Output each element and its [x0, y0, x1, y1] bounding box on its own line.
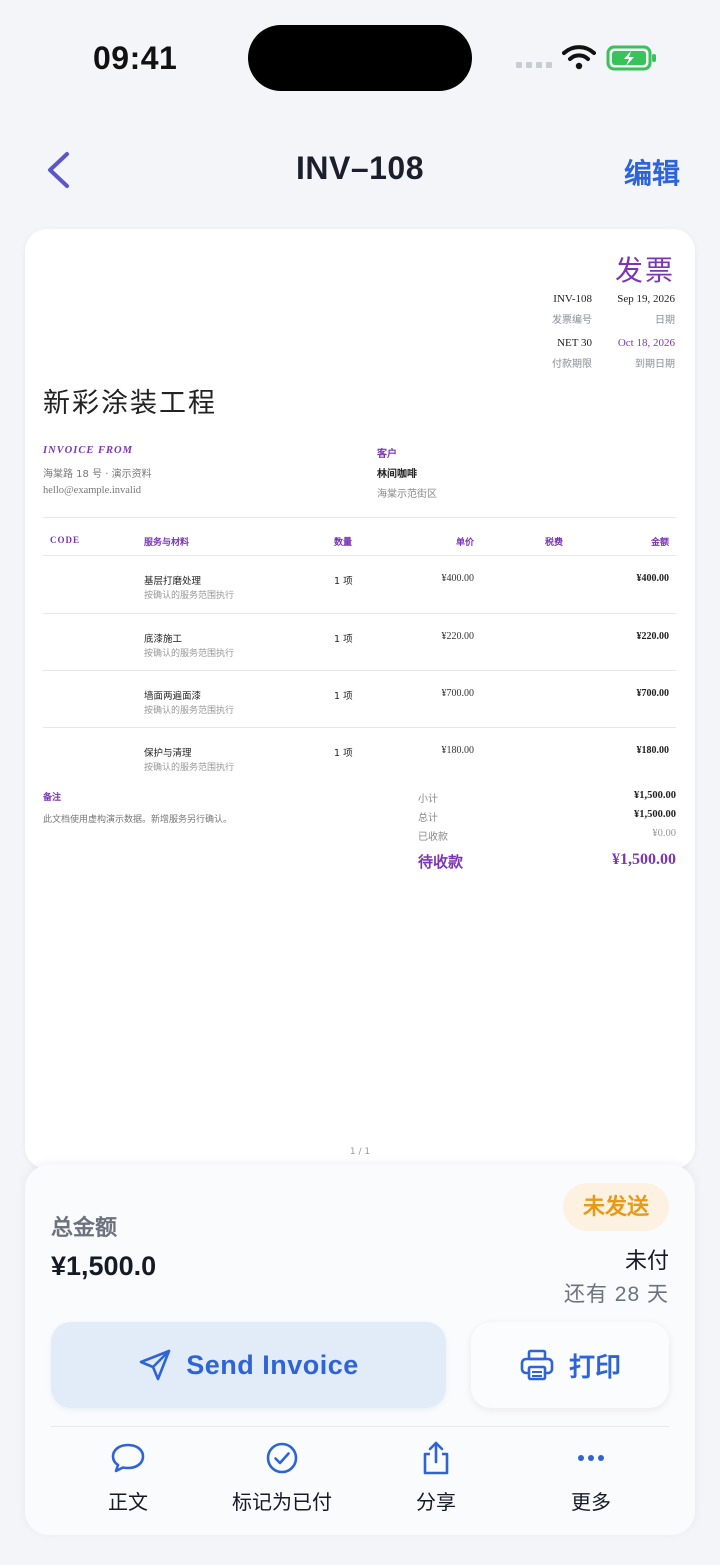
table-row: 保护与清理 按确认的服务范围执行 1 项 ¥180.00 ¥180.00 [144, 745, 669, 773]
col-tax: 税费 [544, 538, 563, 548]
dynamic-island [248, 25, 472, 91]
col-amount: 金额 [650, 538, 669, 548]
invoice-date: Sep 19, 2026 日期 [617, 293, 675, 326]
tab-share[interactable]: 分享 [371, 1440, 501, 1515]
sender-address: 海棠路 18 号 · 演示资料 [43, 469, 152, 480]
printer-icon [520, 1349, 554, 1381]
invoice-doc-title: 发票 [614, 254, 675, 287]
battery-charging-icon [606, 45, 656, 71]
total-amount-value: ¥1,500.0 [51, 1251, 157, 1281]
print-label: 打印 [568, 1351, 621, 1382]
divider [51, 1426, 669, 1427]
summary-panel: 总金额 ¥1,500.0 未发送 未付 还有 28 天 Send Invoice… [25, 1165, 695, 1535]
send-invoice-label: Send Invoice [186, 1349, 359, 1380]
check-circle-icon [266, 1442, 298, 1474]
total-amount-label: 总金额 [51, 1215, 118, 1240]
invoice-preview[interactable]: 发票 INV-108 发票编号 Sep 19, 2026 日期 NET 30 付… [25, 229, 695, 1169]
col-desc: 服务与材料 [144, 538, 190, 548]
table-row: 底漆施工 按确认的服务范围执行 1 项 ¥220.00 ¥220.00 [144, 631, 669, 659]
edit-button[interactable]: 编辑 [624, 152, 680, 192]
action-tab-bar: 正文 标记为已付 分享 更多 [51, 1440, 669, 1520]
ellipsis-icon [578, 1455, 604, 1461]
tab-more[interactable]: 更多 [526, 1440, 656, 1515]
page-number: 1 / 1 [349, 1147, 371, 1157]
sender-email: hello@example.invalid [43, 485, 142, 496]
tab-body-text[interactable]: 正文 [63, 1440, 193, 1515]
col-code: CODE [50, 535, 81, 545]
project-title: 新彩涂装工程 [43, 388, 217, 419]
share-icon [423, 1441, 449, 1475]
signal-dots-icon [516, 62, 552, 68]
status-bar: 09:41 [0, 0, 720, 120]
client-address: 海棠示范街区 [377, 489, 437, 500]
invoice-number: INV-108 发票编号 [552, 293, 592, 326]
col-qty: 数量 [334, 538, 353, 548]
divider [43, 517, 676, 518]
notes-text: 此文档使用虚构演示数据。新增服务另行确认。 [43, 815, 233, 825]
notes-heading: 备注 [43, 793, 62, 803]
client-heading: 客户 [377, 449, 397, 460]
tab-mark-paid[interactable]: 标记为已付 [217, 1440, 347, 1515]
wifi-icon [562, 45, 596, 70]
table-header: CODE 服务与材料 数量 单价 税费 金额 [43, 529, 676, 555]
client-name: 林间咖啡 [377, 469, 417, 480]
due-date: Oct 18, 2026 到期日期 [617, 337, 675, 370]
status-badge: 未发送 [563, 1183, 669, 1231]
nav-bar: INV–108 编辑 [0, 130, 720, 210]
payment-status: 未付 [624, 1248, 669, 1273]
page-title: INV–108 [295, 150, 425, 186]
table-row: 墙面两遍面漆 按确认的服务范围执行 1 项 ¥700.00 ¥700.00 [144, 688, 669, 716]
invoice-from-heading: INVOICE FROM [43, 445, 133, 456]
speech-bubble-icon [111, 1443, 145, 1473]
status-time: 09:41 [93, 40, 178, 76]
send-invoice-button[interactable]: Send Invoice [51, 1322, 446, 1408]
table-row: 基层打磨处理 按确认的服务范围执行 1 项 ¥400.00 ¥400.00 [144, 573, 669, 601]
days-remaining: 还有 28 天 [563, 1283, 669, 1306]
col-unit-price: 单价 [455, 538, 474, 548]
paper-plane-icon [139, 1349, 171, 1381]
print-button[interactable]: 打印 [471, 1322, 669, 1408]
payment-terms: NET 30 付款期限 [552, 337, 592, 370]
